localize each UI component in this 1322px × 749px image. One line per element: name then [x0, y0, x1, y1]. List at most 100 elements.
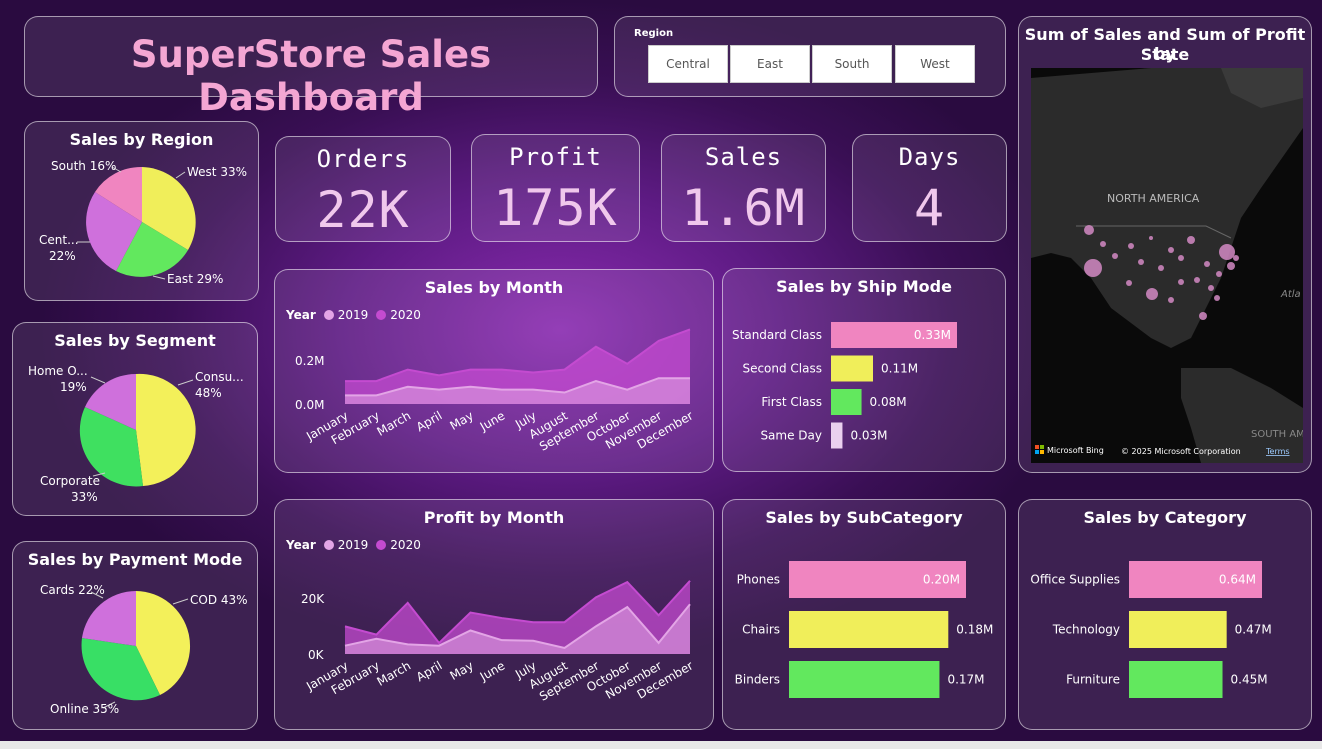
region-slicer: Region Central East South West: [614, 16, 1006, 97]
map-bubble: [1112, 253, 1118, 259]
bar-value-label: 0.08M: [870, 395, 907, 409]
segment-pie-chart: Consu... 48% Corporate 33% Home O... 19%: [28, 364, 244, 504]
map-bubble: [1233, 255, 1239, 261]
profit-month-chart: 20K 0K JanuaryFebruaryMarch April May June J…: [301, 580, 696, 704]
bar: [831, 422, 843, 449]
ship-mode-chart: Standard Class 0.33M Second Class 0.11M Firs…: [732, 322, 957, 449]
ytick-label: 20K: [301, 592, 325, 606]
bing-label: Microsoft Bing: [1047, 446, 1104, 455]
payment-pie-chart: COD 43% Online 35% Cards 22%: [40, 583, 248, 716]
category-chart: Office Supplies 0.64M Technology 0.47M Furni…: [1030, 561, 1272, 698]
bar-value-label: 0.17M: [947, 673, 984, 687]
map-bubble: [1168, 297, 1174, 303]
kpi-sales-label: Sales: [704, 143, 783, 171]
bar-category-label: Chairs: [742, 623, 780, 637]
map-bubble: [1219, 244, 1235, 260]
bar-value-label: 0.20M: [923, 573, 960, 587]
ytick-label: 0.2M: [295, 354, 324, 368]
bar-category-label: Technology: [1052, 623, 1120, 637]
category-card: Sales by Category Office Supplies 0.64M Te…: [1018, 499, 1312, 730]
map-bubble: [1199, 312, 1207, 320]
bar-value-label: 0.11M: [881, 362, 918, 376]
region-label-east: East 29%: [167, 272, 223, 286]
map-bubble: [1178, 255, 1184, 261]
map-bubble: [1084, 225, 1094, 235]
bar: [789, 611, 949, 648]
segment-label-corporate: Corporate: [40, 474, 100, 488]
bar: [789, 661, 940, 698]
map-bubble: [1204, 261, 1210, 267]
bar: [831, 389, 862, 415]
profit-month-card: Profit by Month Year 2019 2020 20K 0K Ja…: [274, 499, 714, 730]
segment-label-home-office-pct: 19%: [60, 380, 87, 394]
map-copyright: © 2025 Microsoft Corporation: [1121, 447, 1241, 456]
kpi-profit-value: 175K: [493, 179, 618, 237]
state-map[interactable]: NORTH AMERICA Atla SOUTH AM Microsoft Bi…: [1031, 68, 1303, 463]
segment-label-home-office: Home O...: [28, 364, 88, 378]
sales-month-chart: 0.2M 0.0M JanuaryFebruaryMarch April May Ju…: [295, 328, 696, 454]
kpi-days-value: 4: [913, 179, 946, 237]
bar: [1129, 661, 1223, 698]
segment-label-consumer: Consu...: [195, 370, 244, 384]
page-title: SuperStore Sales Dashboard: [130, 33, 492, 119]
bar-value-label: 0.33M: [914, 328, 951, 342]
map-bubble: [1149, 236, 1153, 240]
kpi-sales: Sales 1.6M: [661, 134, 826, 242]
bar-category-label: Phones: [737, 573, 780, 587]
bar-value-label: 0.18M: [956, 623, 993, 637]
ytick-label: 0.0M: [295, 398, 324, 412]
bar-category-label: Same Day: [760, 429, 822, 443]
xtick-label: May: [447, 658, 475, 683]
region-pie-card: Sales by Region West 33% East 29% Cent..…: [24, 121, 259, 301]
kpi-profit: Profit 175K: [471, 134, 640, 242]
bar-category-label: Office Supplies: [1030, 573, 1120, 587]
pie-slice-consumer: [136, 373, 196, 486]
kpi-days: Days 4: [852, 134, 1007, 242]
payment-label-cards: Cards 22%: [40, 583, 105, 597]
segment-label-consumer-pct: 48%: [195, 386, 222, 400]
map-bubble: [1168, 247, 1174, 253]
bar: [1129, 611, 1227, 648]
bar-category-label: Furniture: [1066, 673, 1120, 687]
ytick-label: 0K: [308, 648, 325, 662]
region-label-central-pct: 22%: [49, 249, 76, 263]
segment-label-corporate-pct: 33%: [71, 490, 98, 504]
region-label-central: Cent...: [39, 233, 79, 247]
map-bubble: [1227, 262, 1235, 270]
map-bubble: [1138, 259, 1144, 265]
kpi-orders: Orders 22K: [275, 136, 451, 242]
slicer-option-central[interactable]: Central: [648, 45, 728, 83]
map-bubble: [1214, 295, 1220, 301]
xtick-label: June: [477, 408, 508, 434]
slicer-option-west[interactable]: West: [895, 45, 975, 83]
map-bubble: [1100, 241, 1106, 247]
map-bubble: [1208, 285, 1214, 291]
map-bubble: [1084, 259, 1102, 277]
xtick-label: March: [375, 408, 414, 438]
kpi-sales-value: 1.6M: [681, 179, 806, 237]
bar-category-label: Standard Class: [732, 328, 822, 342]
slicer-option-south[interactable]: South: [812, 45, 892, 83]
bar-category-label: Second Class: [742, 362, 822, 376]
map-bubble: [1216, 271, 1222, 277]
map-bubble: [1128, 243, 1134, 249]
slicer-option-east[interactable]: East: [730, 45, 810, 83]
map-label-sa: SOUTH AM: [1251, 429, 1303, 440]
region-label-south: South 16%: [51, 159, 116, 173]
ship-mode-card: Sales by Ship Mode Standard Class 0.33M Se…: [722, 268, 1006, 472]
sales-month-card: Sales by Month Year 2019 2020 0.2M 0.0M …: [274, 269, 714, 473]
xtick-label: June: [477, 658, 508, 684]
payment-pie-card: Sales by Payment Mode COD 43% Online 35%…: [12, 541, 258, 730]
bar-value-label: 0.47M: [1235, 623, 1272, 637]
map-bubble: [1158, 265, 1164, 271]
bar-category-label: First Class: [761, 395, 822, 409]
bar-value-label: 0.45M: [1231, 673, 1268, 687]
region-label-west: West 33%: [187, 165, 247, 179]
map-label-atl: Atla: [1280, 289, 1301, 300]
payment-label-online: Online 35%: [50, 702, 119, 716]
map-bubble: [1126, 280, 1132, 286]
kpi-profit-label: Profit: [509, 143, 602, 171]
map-bubble: [1187, 236, 1195, 244]
xtick-label: May: [447, 408, 475, 433]
map-card: Sum of Sales and Sum of Profit by State …: [1018, 16, 1312, 473]
